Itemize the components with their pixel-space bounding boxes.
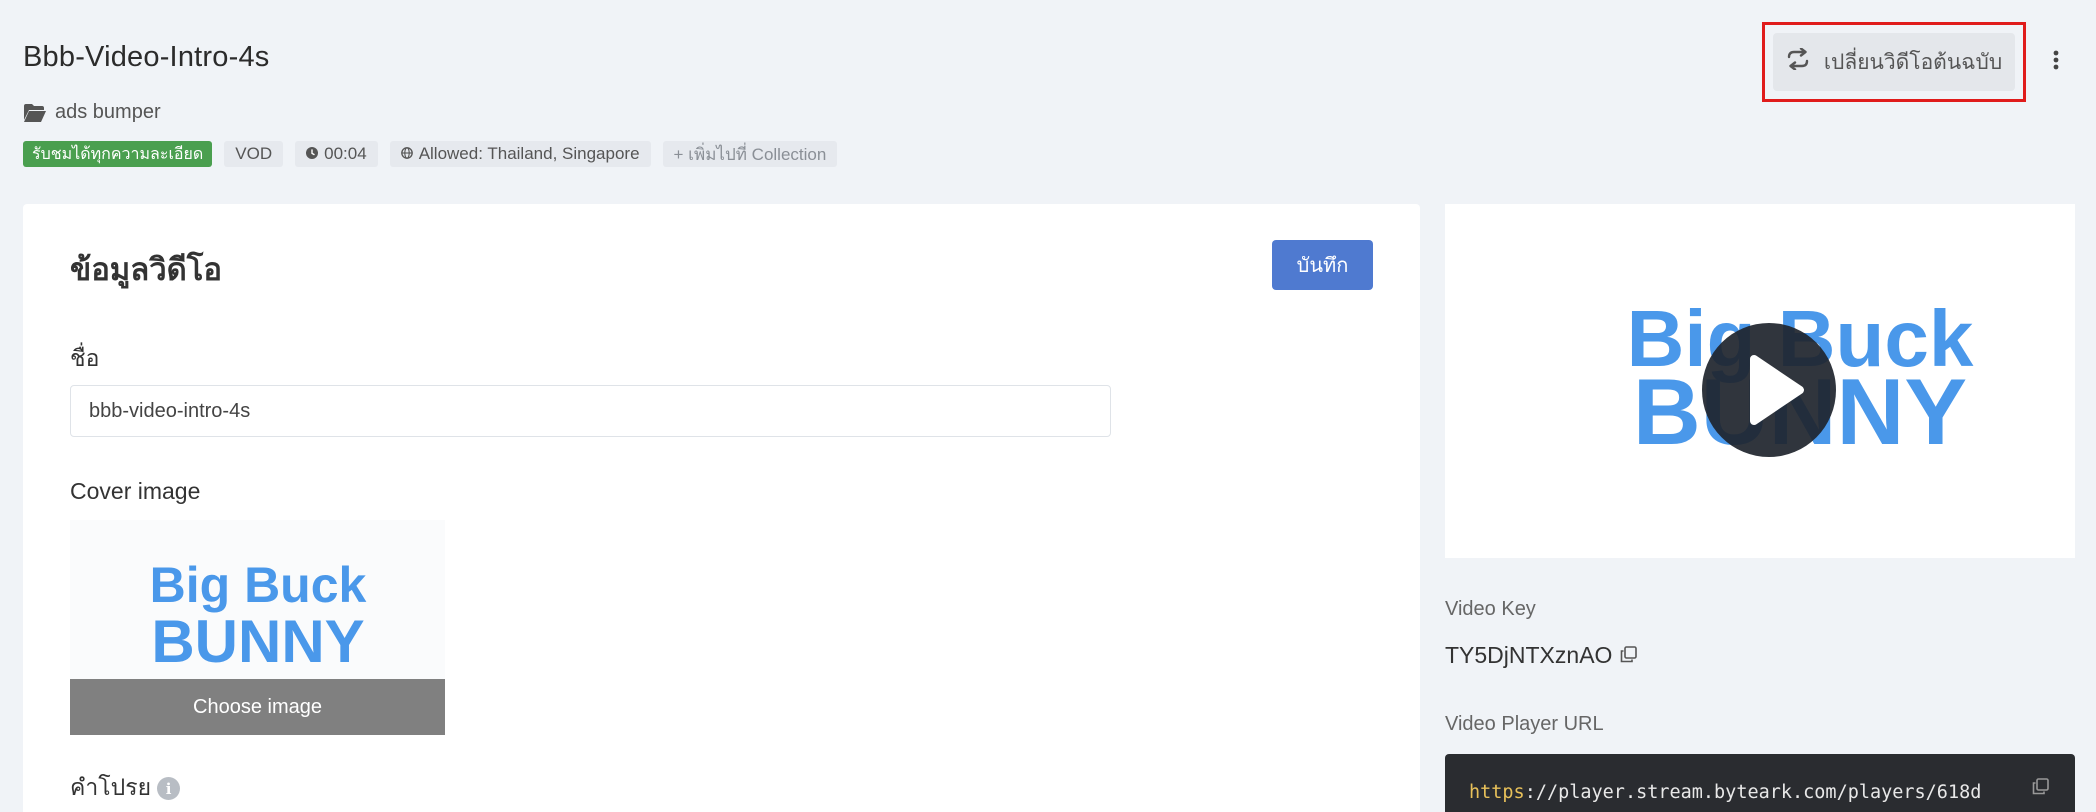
name-label: ชื่อ xyxy=(70,345,100,371)
geo-text: Allowed: Thailand, Singapore xyxy=(418,144,640,163)
name-input[interactable] xyxy=(70,385,1111,437)
video-badges: รับชมได้ทุกความละเอียด VOD 00:04 Allowed… xyxy=(23,141,838,167)
swap-icon xyxy=(1786,47,1810,76)
description-label-row: คำโปรย i xyxy=(70,770,181,806)
top-actions: เปลี่ยนวิดีโอต้นฉบับ xyxy=(1762,22,2076,102)
add-to-collection-button[interactable]: + เพิ่มไปที่ Collection xyxy=(662,141,838,167)
folder-name: ads bumper xyxy=(55,101,161,123)
more-options-button[interactable] xyxy=(2036,33,2076,91)
highlight-box: เปลี่ยนวิดีโอต้นฉบับ xyxy=(1762,22,2026,102)
folder-breadcrumb[interactable]: ads bumper xyxy=(23,101,161,124)
url-protocol: https xyxy=(1469,782,1525,803)
globe-icon xyxy=(400,144,413,164)
type-badge: VOD xyxy=(224,141,284,167)
play-icon xyxy=(1702,355,1836,461)
replace-source-video-button[interactable]: เปลี่ยนวิดีโอต้นฉบับ xyxy=(1773,33,2015,91)
cover-thumbnail-logo: Big Buck BUNNY xyxy=(150,557,367,675)
video-key-label: Video Key xyxy=(1445,598,1536,620)
video-key-value: TY5DjNTXznAO xyxy=(1445,642,1613,668)
geo-badge: Allowed: Thailand, Singapore xyxy=(389,141,651,167)
card-heading: ข้อมูลวิดีโอ xyxy=(70,252,223,287)
description-label: คำโปรย xyxy=(70,774,152,800)
copy-url-icon[interactable] xyxy=(2032,778,2049,800)
duration-badge: 00:04 xyxy=(295,141,378,167)
svg-text:BUNNY: BUNNY xyxy=(151,608,364,675)
kebab-icon xyxy=(2053,50,2059,75)
svg-text:Big Buck: Big Buck xyxy=(150,557,367,613)
url-text: ://player.stream.byteark.com/players/618… xyxy=(1524,782,1982,803)
player-url-box[interactable]: https://player.stream.byteark.com/player… xyxy=(1445,754,2075,812)
play-button[interactable] xyxy=(1702,323,1836,457)
video-key-row: TY5DjNTXznAO xyxy=(1445,642,1638,669)
save-button[interactable]: บันทึก xyxy=(1272,240,1373,290)
page-title: Bbb-Video-Intro-4s xyxy=(23,41,270,73)
cover-image: Big Buck BUNNY Choose image xyxy=(70,520,445,735)
duration-text: 00:04 xyxy=(324,144,367,163)
choose-image-button[interactable]: Choose image xyxy=(70,679,445,735)
cover-image-label: Cover image xyxy=(70,478,201,504)
quality-badge: รับชมได้ทุกความละเอียด xyxy=(23,141,213,167)
replace-source-label: เปลี่ยนวิดีโอต้นฉบับ xyxy=(1823,50,2003,74)
copy-icon[interactable] xyxy=(1620,642,1638,669)
info-icon[interactable]: i xyxy=(157,777,181,801)
player-url-label: Video Player URL xyxy=(1445,713,1604,735)
video-player[interactable]: Big Buck BUNNY xyxy=(1445,204,2075,558)
video-info-card: ข้อมูลวิดีโอ บันทึก ชื่อ Cover image Big… xyxy=(23,204,1420,812)
clock-icon xyxy=(306,144,319,164)
folder-open-icon xyxy=(23,103,47,123)
